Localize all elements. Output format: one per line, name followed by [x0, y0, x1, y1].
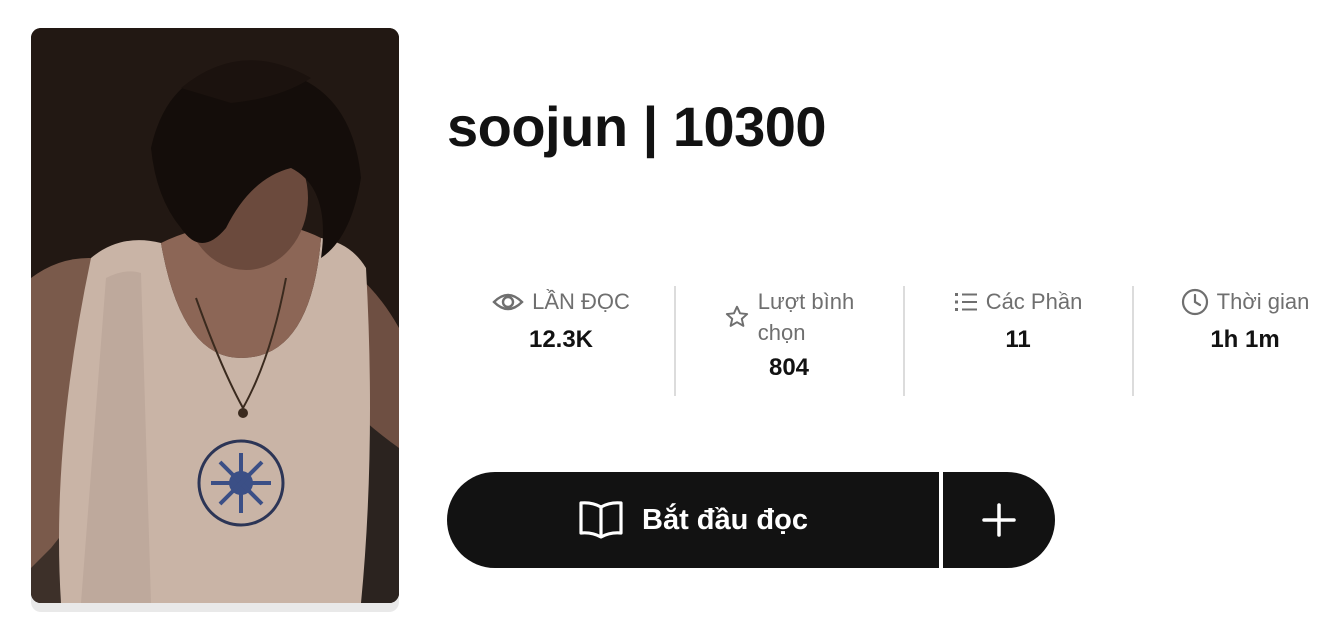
stat-time-label-row: Thời gian	[1162, 286, 1328, 317]
stat-parts-value: 11	[1005, 326, 1031, 353]
stat-divider	[674, 286, 676, 396]
stat-votes-label-line1: Lượt bình	[757, 289, 855, 314]
stat-votes-label-line2: chọn	[757, 320, 806, 345]
stat-parts-label-row: Các Phần	[933, 286, 1103, 317]
stat-reads-value: 12.3K	[528, 326, 594, 353]
stat-divider	[903, 286, 905, 396]
stat-parts: Các Phần 11	[933, 286, 1103, 396]
eye-icon	[492, 286, 524, 317]
stat-votes-label: Lượt bình chọn	[758, 286, 854, 348]
list-icon	[954, 286, 978, 317]
book-open-icon	[578, 499, 624, 541]
stat-time-value: 1h 1m	[1210, 326, 1280, 353]
stat-votes: Lượt bình chọn 804	[704, 286, 874, 396]
plus-icon	[981, 502, 1017, 538]
stat-reads-label-row: LẦN ĐỌC	[476, 286, 646, 317]
star-icon	[724, 286, 750, 348]
cover-illustration	[31, 28, 399, 603]
add-to-library-button[interactable]	[943, 472, 1055, 568]
stat-time: Thời gian 1h 1m	[1162, 286, 1328, 396]
stat-votes-label-row: Lượt bình chọn	[704, 286, 874, 348]
stat-reads-label: LẦN ĐỌC	[532, 289, 630, 314]
story-title: soojun | 10300	[447, 95, 827, 158]
clock-icon	[1181, 286, 1209, 317]
stat-reads: LẦN ĐỌC 12.3K	[476, 286, 646, 396]
cover-container	[31, 28, 399, 612]
story-cover-image[interactable]	[31, 28, 399, 603]
start-reading-button[interactable]: Bắt đầu đọc	[447, 472, 939, 568]
stat-time-label: Thời gian	[1216, 289, 1310, 314]
stat-votes-value: 804	[768, 354, 810, 381]
stat-divider	[1132, 286, 1134, 396]
stat-parts-label: Các Phần	[985, 289, 1083, 314]
start-reading-label: Bắt đầu đọc	[642, 503, 808, 536]
